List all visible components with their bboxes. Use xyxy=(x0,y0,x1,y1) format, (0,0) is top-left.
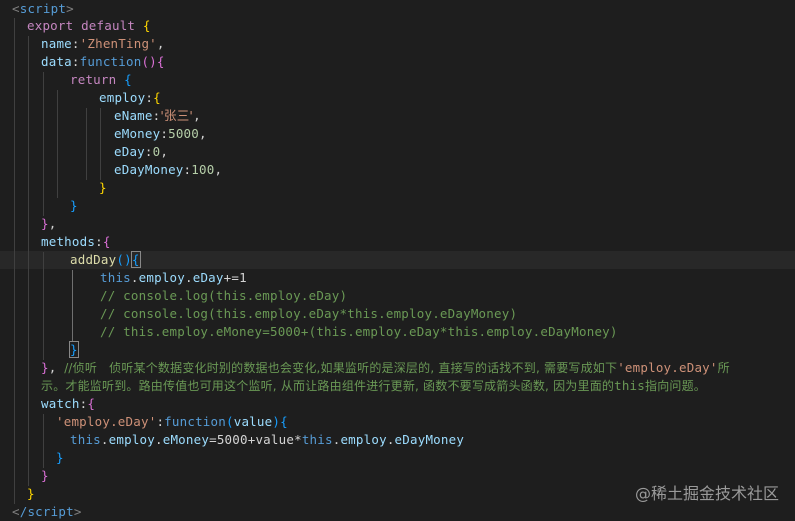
ename-key: eName xyxy=(114,108,153,123)
watch-param: value xyxy=(233,414,273,429)
this-keyword: this xyxy=(70,432,101,447)
indent-guide xyxy=(43,72,44,216)
data-key: data xyxy=(41,54,72,69)
code-line: employ:{ xyxy=(99,90,161,105)
watermark: @稀土掘金技术社区 xyxy=(634,484,779,503)
indent-guide xyxy=(57,90,58,198)
code-line: } xyxy=(70,198,78,213)
code-line: export default { xyxy=(27,18,151,33)
indent-guide xyxy=(14,18,15,504)
watch-property: 'employ.eDay' xyxy=(56,414,157,429)
long-comment-part-c: 示。才能监听到。路由传值也可用这个监听, 从而让路由组件进行更新, 函数不要写成… xyxy=(41,379,615,393)
comment-line-2: // console.log(this.employ.eDay*this.emp… xyxy=(100,306,518,321)
emoney-key: eMoney xyxy=(114,126,161,141)
emoney-ref: eMoney xyxy=(162,432,210,447)
name-value: 'ZhenTing' xyxy=(79,36,157,51)
eday-ref: eDay xyxy=(192,270,224,285)
long-comment-part-b: 所 xyxy=(717,361,730,375)
code-line: addDay(){ xyxy=(70,251,141,268)
code-line: name:'ZhenTing', xyxy=(41,36,165,51)
assign-expression: =5000+value* xyxy=(209,432,302,447)
code-line: } xyxy=(41,468,49,483)
script-close-tag: /script xyxy=(19,504,74,519)
code-line: // this.employ.eMoney=5000+(this.employ.… xyxy=(100,323,618,341)
code-line: eName:'张三', xyxy=(114,108,201,123)
long-comment-this: this xyxy=(614,378,645,393)
addday-function: addDay xyxy=(70,252,117,267)
indent-guide xyxy=(43,414,44,468)
edaymoney-key: eDayMoney xyxy=(114,162,184,177)
code-line: } xyxy=(56,450,64,465)
code-line: // console.log(this.employ.eDay*this.emp… xyxy=(100,305,517,323)
code-line: methods:{ xyxy=(41,234,111,249)
name-key: name xyxy=(41,36,72,51)
code-line: }, //侦听 侦听某个数据变化时别的数据也会变化,如果监听的是深层的, 直接写… xyxy=(41,360,730,375)
this-keyword: this xyxy=(100,270,131,285)
code-line: this.employ.eDay+=1 xyxy=(100,270,247,285)
return-keyword: return xyxy=(70,72,117,87)
methods-key: methods xyxy=(41,234,96,249)
code-line: 'employ.eDay':function(value){ xyxy=(56,414,288,429)
code-line: </script> xyxy=(12,504,82,519)
long-comment-part-d: 指向问题。 xyxy=(645,379,707,393)
code-line: } xyxy=(27,486,35,501)
indent-guide-active xyxy=(72,270,73,342)
watch-function-keyword: function xyxy=(164,414,226,429)
indent-guide xyxy=(43,252,44,360)
code-line: <script> xyxy=(12,1,74,16)
code-line: eDayMoney:100, xyxy=(114,162,223,177)
increment-op: +=1 xyxy=(223,270,247,285)
long-comment-part-a: //侦听 侦听某个数据变化时别的数据也会变化,如果监听的是深层的, 直接写的话找… xyxy=(64,361,618,375)
indent-guide xyxy=(100,108,101,180)
employ-ref: employ xyxy=(138,270,185,285)
ename-value: '张三' xyxy=(160,108,194,123)
edaymoney-value: 100 xyxy=(191,162,215,177)
eday-key: eDay xyxy=(114,144,145,159)
code-line: return { xyxy=(70,72,132,87)
code-line: data:function(){ xyxy=(41,54,165,69)
this-keyword: this xyxy=(301,432,333,447)
employ-ref: employ xyxy=(340,432,387,447)
comment-line-1: // console.log(this.employ.eDay) xyxy=(100,288,348,303)
indent-guide xyxy=(28,36,29,486)
code-line: eDay:0, xyxy=(114,144,169,159)
code-line: watch:{ xyxy=(41,396,96,411)
employ-ref: employ xyxy=(108,432,155,447)
function-keyword: function xyxy=(79,54,142,69)
watch-key: watch xyxy=(41,396,80,411)
employ-key: employ xyxy=(99,90,146,105)
code-line: eMoney:5000, xyxy=(114,126,207,141)
emoney-value: 5000 xyxy=(168,126,199,141)
long-comment-string: 'employ.eDay' xyxy=(617,360,718,375)
code-line: }, xyxy=(41,216,57,231)
code-line: // console.log(this.employ.eDay) xyxy=(100,287,347,305)
indent-guide xyxy=(86,108,87,180)
code-line: } xyxy=(69,341,79,358)
code-line: this.employ.eMoney=5000+value*this.emplo… xyxy=(70,432,465,447)
comment-line-3: // this.employ.eMoney=5000+(this.employ.… xyxy=(100,324,618,339)
code-line: 示。才能监听到。路由传值也可用这个监听, 从而让路由组件进行更新, 函数不要写成… xyxy=(41,377,706,395)
code-line: } xyxy=(99,180,107,195)
script-open-tag: script xyxy=(19,1,67,16)
edaymoney-ref: eDayMoney xyxy=(394,432,465,447)
export-default-keyword: export default xyxy=(27,18,136,33)
